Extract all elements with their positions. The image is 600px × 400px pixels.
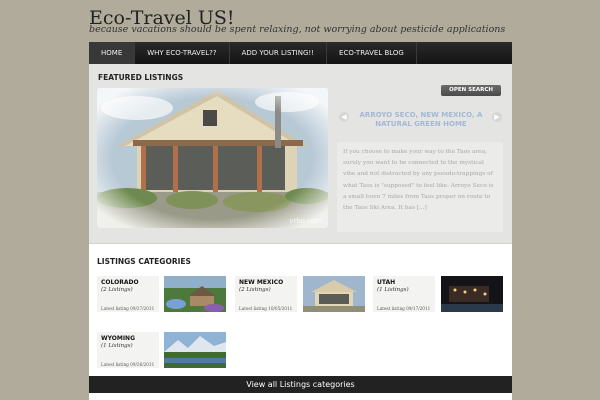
category-latest: Latest listing 09/26/2011 <box>101 362 155 367</box>
featured-listing-title[interactable]: ARROYO SECO, NEW MEXICO, A NATURAL GREEN… <box>353 111 489 129</box>
category-latest: Latest listing 09/27/2011 <box>101 306 155 311</box>
featured-listings: FEATURED LISTINGS OPEN SEARCH vrbo.com ◀… <box>89 64 512 244</box>
category-name[interactable]: NEW MEXICO <box>239 279 293 286</box>
featured-listing-photo[interactable]: vrbo.com <box>97 88 328 228</box>
category-card-utah[interactable]: UTAH (1 Listings) Latest listing 09/17/2… <box>373 276 435 312</box>
site-tagline: because vacations should be spent relaxi… <box>89 24 506 35</box>
category-count: (1 Listings) <box>101 343 133 349</box>
category-card-new-mexico[interactable]: NEW MEXICO (2 Listings) Latest listing 1… <box>235 276 297 312</box>
category-count: (2 Listings) <box>101 287 133 293</box>
photo-credit: vrbo.com <box>289 217 322 225</box>
category-image-utah[interactable] <box>441 276 503 312</box>
nav-item-why-eco-travel[interactable]: WHY ECO-TRAVEL?? <box>135 42 230 64</box>
category-image-wyoming[interactable] <box>164 332 226 368</box>
categories-section-title: LISTINGS CATEGORIES <box>97 257 191 266</box>
main-nav: HOME WHY ECO-TRAVEL?? ADD YOUR LISTING!!… <box>89 42 512 64</box>
category-name[interactable]: WYOMING <box>101 335 155 342</box>
open-search-button[interactable]: OPEN SEARCH <box>441 85 501 96</box>
category-name[interactable]: COLORADO <box>101 279 155 286</box>
content-wrapper: HOME WHY ECO-TRAVEL?? ADD YOUR LISTING!!… <box>89 42 512 400</box>
chevron-right-icon[interactable]: ▶ <box>492 112 502 122</box>
category-card-wyoming[interactable]: WYOMING (1 Listings) Latest listing 09/2… <box>97 332 159 368</box>
category-card-colorado[interactable]: COLORADO (2 Listings) Latest listing 09/… <box>97 276 159 312</box>
view-all-categories-link[interactable]: View all Listings categories <box>89 376 512 393</box>
category-count: (1 Listings) <box>377 287 409 293</box>
nav-item-eco-travel-blog[interactable]: ECO-TRAVEL BLOG <box>327 42 417 64</box>
category-name[interactable]: UTAH <box>377 279 431 286</box>
chevron-left-icon[interactable]: ◀ <box>339 112 349 122</box>
nav-item-add-listing[interactable]: ADD YOUR LISTING!! <box>230 42 328 64</box>
category-latest: Latest listing 10/05/2011 <box>239 306 293 311</box>
listings-categories: LISTINGS CATEGORIES COLORADO (2 Listings… <box>89 244 512 374</box>
nav-item-home[interactable]: HOME <box>89 42 136 64</box>
category-image-new-mexico[interactable] <box>303 276 365 312</box>
category-latest: Latest listing 09/17/2011 <box>377 306 431 311</box>
featured-section-title: FEATURED LISTINGS <box>98 73 184 82</box>
featured-listing-excerpt: If you choose to make your way to the Ta… <box>337 142 503 232</box>
category-count: (2 Listings) <box>239 287 271 293</box>
category-image-colorado[interactable] <box>164 276 226 312</box>
